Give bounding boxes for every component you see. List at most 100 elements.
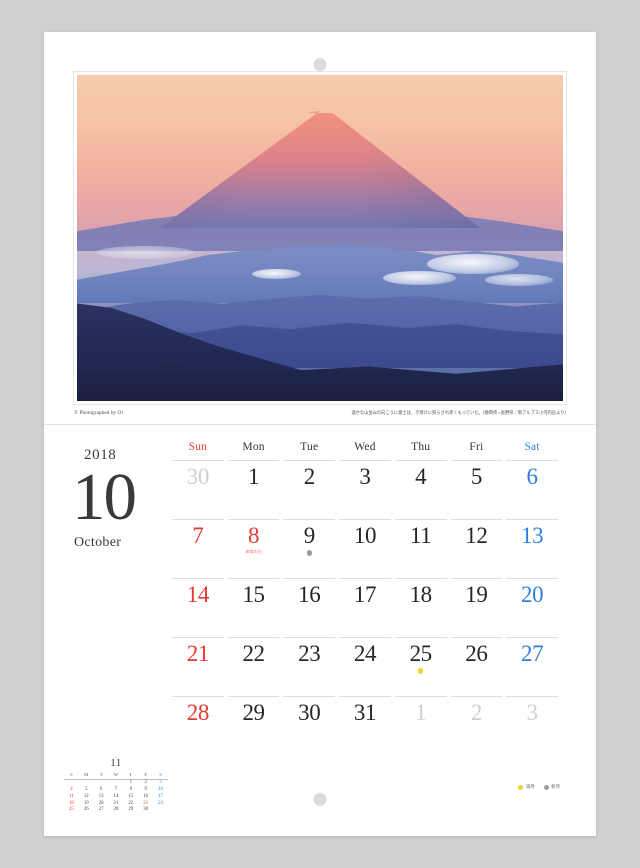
day-cell[interactable]: 12	[450, 519, 503, 578]
day-number: 14	[186, 582, 210, 607]
main-grid-wrap: Sun Mon Tue Wed Thu Fri Sat 30 1 2 3 4 5 6 7 8 体育の日 9 10 1…	[162, 425, 596, 795]
day-cell[interactable]: 20	[506, 578, 558, 637]
mini-day-cell[interactable]: 2	[138, 779, 153, 786]
day-cell[interactable]: 11	[394, 519, 447, 578]
day-cell[interactable]: 7	[172, 519, 224, 578]
mini-day-cell[interactable]: 5	[79, 786, 94, 793]
mini-day-cell[interactable]: 9	[138, 786, 153, 793]
day-cell[interactable]: 15	[227, 578, 280, 637]
mini-day-cell[interactable]: 16	[138, 793, 153, 800]
mini-day-cell	[153, 806, 168, 813]
day-cell[interactable]: 10	[339, 519, 391, 578]
holiday-label: 体育の日	[245, 549, 262, 555]
mini-weekday-header: T	[123, 771, 139, 780]
day-number: 6	[526, 464, 539, 489]
day-cell[interactable]: 8 体育の日	[227, 519, 280, 578]
mini-week-row: 18 19 20 21 22 23 24	[64, 800, 168, 807]
day-number: 12	[465, 523, 488, 548]
mini-day-cell[interactable]: 20	[94, 800, 109, 807]
mini-day-cell[interactable]: 25	[64, 806, 79, 813]
mini-day-cell[interactable]: 10	[153, 786, 168, 793]
day-cell[interactable]: 17	[339, 578, 391, 637]
mini-weekday-header: W	[108, 771, 124, 780]
day-cell[interactable]: 30	[283, 696, 336, 755]
day-cell[interactable]: 30	[172, 460, 224, 519]
full-moon-icon	[417, 668, 424, 674]
mini-day-cell[interactable]: 8	[123, 786, 138, 793]
day-cell[interactable]: 9	[283, 519, 336, 578]
day-cell[interactable]: 6	[506, 460, 558, 519]
mini-day-cell[interactable]: 21	[109, 800, 124, 807]
day-cell[interactable]: 18	[394, 578, 447, 637]
day-number: 24	[353, 641, 377, 666]
day-cell[interactable]: 5	[450, 460, 503, 519]
day-cell[interactable]: 4	[394, 460, 447, 519]
day-cell[interactable]: 28	[172, 696, 224, 755]
mini-day-cell[interactable]: 12	[79, 793, 94, 800]
mini-day-cell[interactable]: 13	[94, 793, 109, 800]
mini-day-cell[interactable]: 29	[123, 806, 138, 813]
day-cell[interactable]: 3	[506, 696, 558, 755]
mini-day-cell	[94, 779, 109, 786]
cloud-right-lower	[383, 270, 457, 285]
mini-calendar-title: 11	[110, 756, 122, 769]
day-number: 5	[470, 464, 483, 489]
day-cell[interactable]: 1	[227, 460, 280, 519]
day-number: 13	[521, 523, 544, 548]
mini-day-cell[interactable]: 7	[109, 786, 124, 793]
mini-calendar-body: 1 2 3 4 5 6 7 8 9 10 11 12 13 14 15 16 17 18 19 20 21 22 23 24 2…	[64, 779, 168, 813]
day-cell[interactable]: 25	[394, 637, 447, 696]
day-number: 2	[303, 464, 316, 489]
mini-day-cell[interactable]: 23	[138, 800, 153, 807]
day-number: 15	[242, 582, 265, 607]
mini-day-cell[interactable]: 11	[64, 793, 79, 800]
weekday-header-sat: Sat	[524, 441, 540, 453]
mini-day-cell[interactable]: 6	[94, 786, 109, 793]
mini-day-cell	[79, 779, 94, 786]
day-cell[interactable]: 23	[283, 637, 336, 696]
mini-day-cell[interactable]: 27	[94, 806, 109, 813]
day-cell[interactable]: 2	[283, 460, 336, 519]
mini-day-cell[interactable]: 15	[123, 793, 138, 800]
day-number: 21	[186, 641, 210, 666]
mini-day-cell[interactable]: 4	[64, 786, 79, 793]
weekday-header-tue: Tue	[300, 441, 319, 453]
day-number: 31	[353, 700, 377, 725]
day-cell[interactable]: 27	[506, 637, 558, 696]
mini-day-cell[interactable]: 1	[123, 779, 138, 786]
day-cell[interactable]: 26	[450, 637, 503, 696]
week-row: 28 29 30 31 1 2 3	[172, 696, 558, 755]
calendar-page: © Photographed by Oi 遥かな山並みの向こうに富士は、夕焼けに…	[44, 32, 596, 836]
day-cell[interactable]: 24	[339, 637, 391, 696]
day-cell[interactable]: 19	[450, 578, 503, 637]
day-number: 4	[415, 464, 427, 489]
day-cell[interactable]: 14	[172, 578, 224, 637]
month-grid: Sun Mon Tue Wed Thu Fri Sat 30 1 2 3 4 5 6 7 8 体育の日 9 10 1…	[168, 441, 562, 755]
day-cell[interactable]: 31	[339, 696, 391, 755]
mini-day-cell[interactable]: 22	[123, 800, 138, 807]
mini-day-cell[interactable]: 24	[153, 800, 168, 807]
day-cell[interactable]: 3	[339, 460, 391, 519]
weekday-header-row: Sun Mon Tue Wed Thu Fri Sat	[172, 441, 558, 460]
mini-day-cell[interactable]: 14	[109, 793, 124, 800]
day-cell[interactable]: 29	[227, 696, 280, 755]
day-cell[interactable]: 21	[172, 637, 224, 696]
day-cell[interactable]: 16	[283, 578, 336, 637]
mini-day-cell[interactable]: 17	[153, 793, 168, 800]
moon-phase-legend: 満月 新月	[518, 784, 560, 790]
day-cell[interactable]: 1	[394, 696, 447, 755]
day-number: 8	[248, 523, 260, 548]
mini-day-cell[interactable]: 19	[79, 800, 94, 807]
mini-day-cell[interactable]: 28	[109, 806, 124, 813]
photo-credit: © Photographed by Oi	[74, 410, 124, 416]
mini-day-cell[interactable]: 30	[138, 806, 153, 813]
day-cell[interactable]: 22	[227, 637, 280, 696]
day-cell[interactable]: 13	[506, 519, 558, 578]
mini-day-cell[interactable]: 18	[64, 800, 79, 807]
mini-day-cell[interactable]: 26	[79, 806, 94, 813]
weekday-header-mon: Mon	[242, 441, 265, 453]
mini-calendar-november[interactable]: 11 SMTWTFS 1 2 3 4 5 6 7 8 9 10 11 12 13 14 15 16 17 18 19…	[64, 757, 168, 813]
mini-day-cell[interactable]: 3	[153, 779, 168, 786]
day-cell[interactable]: 2	[450, 696, 503, 755]
mini-day-cell	[109, 779, 124, 786]
